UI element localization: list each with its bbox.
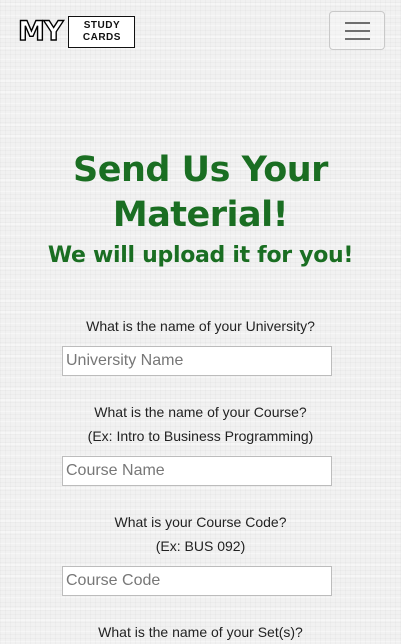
logo-line-cards: CARDS <box>82 31 121 43</box>
hamburger-icon-bar <box>344 29 370 32</box>
logo-study-cards-box: STUDY CARDS <box>68 15 136 48</box>
page-subtitle: We will upload it for you! <box>47 243 354 268</box>
logo-line-study: STUDY <box>83 19 121 31</box>
set-name-label: What is the name of your Set(s)? <box>98 624 303 640</box>
university-input[interactable] <box>62 346 332 376</box>
menu-toggle-button[interactable] <box>329 11 385 50</box>
course-code-hint: (Ex: BUS 092) <box>155 538 246 554</box>
course-code-label: What is your Course Code? <box>114 514 287 530</box>
hamburger-icon-bar <box>344 37 370 40</box>
course-hint: (Ex: Intro to Business Programming) <box>87 428 314 444</box>
navbar: MY STUDY CARDS <box>0 0 401 62</box>
site-logo[interactable]: MY STUDY CARDS <box>17 14 136 49</box>
course-name-input[interactable] <box>62 456 332 486</box>
hamburger-icon-bar <box>344 21 370 24</box>
course-label: What is the name of your Course? <box>94 404 307 420</box>
course-code-input[interactable] <box>62 566 332 596</box>
page-title: Send Us Your Material! <box>73 150 328 235</box>
logo-my-text: MY <box>17 16 64 47</box>
university-label: What is the name of your University? <box>86 318 315 334</box>
